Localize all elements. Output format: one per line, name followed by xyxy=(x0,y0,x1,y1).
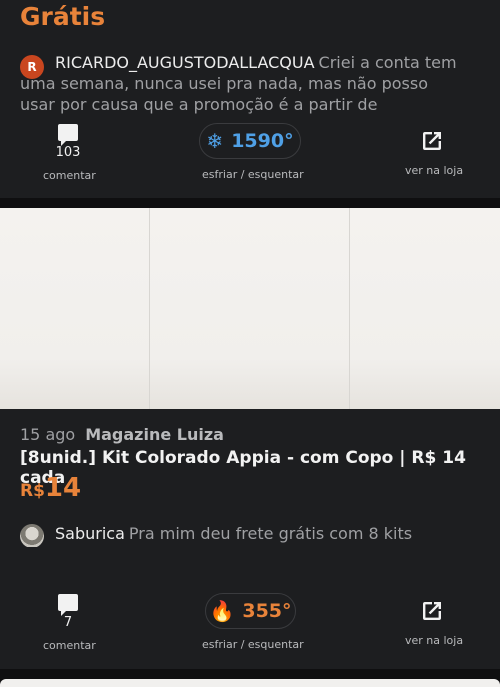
comment-username[interactable]: Saburica xyxy=(55,524,125,543)
deal-price: Grátis xyxy=(20,2,106,31)
deal-actions: 103 comentar ❄ 1590° esfriar / esquentar… xyxy=(0,118,500,188)
top-comment[interactable]: Saburica Pra mim deu frete grátis com 8 k… xyxy=(20,523,460,547)
comment-body: Saburica Pra mim deu frete grátis com 8 k… xyxy=(20,523,460,544)
deal-price: R$14 xyxy=(20,473,81,503)
flame-icon: 🔥 xyxy=(209,599,235,623)
comment-body: RICARDO_AUGUSTODALLACQUA Criei a conta te… xyxy=(20,52,460,116)
comment-count: 7 xyxy=(63,615,73,630)
deal-image[interactable] xyxy=(150,208,350,409)
price-currency: R$ xyxy=(20,481,45,501)
comment-label[interactable]: comentar xyxy=(43,169,96,182)
avatar xyxy=(20,524,44,547)
next-deal-card[interactable] xyxy=(0,679,500,687)
comment-username[interactable]: RICARDO_AUGUSTODALLACQUA xyxy=(55,53,315,72)
comment-count: 103 xyxy=(55,145,81,160)
comment-text: Pra mim deu frete grátis com 8 kits xyxy=(128,524,413,543)
visit-store-label[interactable]: ver na loja xyxy=(405,164,463,177)
deal-image[interactable] xyxy=(0,208,150,409)
deal-store[interactable]: Magazine Luiza xyxy=(85,425,224,444)
deal-image[interactable] xyxy=(350,208,500,409)
snowflake-icon: ❄ xyxy=(206,129,224,153)
external-link-icon[interactable] xyxy=(420,599,444,623)
deal-actions: 7 comentar 🔥 355° esfriar / esquentar ve… xyxy=(0,588,500,658)
comment-icon xyxy=(58,124,78,146)
comment-button[interactable]: 7 xyxy=(38,588,98,630)
price-value: 14 xyxy=(44,473,82,503)
deal-title[interactable]: [8unid.] Kit Colorado Appia - com Copo |… xyxy=(20,448,500,488)
temperature-value: 355° xyxy=(242,600,292,622)
comment-icon xyxy=(58,594,78,616)
vote-label[interactable]: esfriar / esquentar xyxy=(202,638,304,651)
avatar: R xyxy=(20,55,44,79)
comment-label[interactable]: comentar xyxy=(43,639,96,652)
comment-button[interactable]: 103 xyxy=(38,118,98,160)
deal-meta: 15 ago Magazine Luiza xyxy=(20,425,224,444)
deal-card: Grátis R RICARDO_AUGUSTODALLACQUA Criei a… xyxy=(0,0,500,198)
temperature-pill[interactable]: 🔥 355° xyxy=(205,593,296,629)
top-comment[interactable]: R RICARDO_AUGUSTODALLACQUA Criei a conta … xyxy=(20,52,460,116)
deal-date: 15 ago xyxy=(20,425,76,444)
visit-store-label[interactable]: ver na loja xyxy=(405,634,463,647)
external-link-icon[interactable] xyxy=(420,129,444,153)
vote-label[interactable]: esfriar / esquentar xyxy=(202,168,304,181)
temperature-pill[interactable]: ❄ 1590° xyxy=(199,123,301,159)
temperature-value: 1590° xyxy=(231,130,294,152)
deal-image-gallery[interactable] xyxy=(0,208,500,409)
